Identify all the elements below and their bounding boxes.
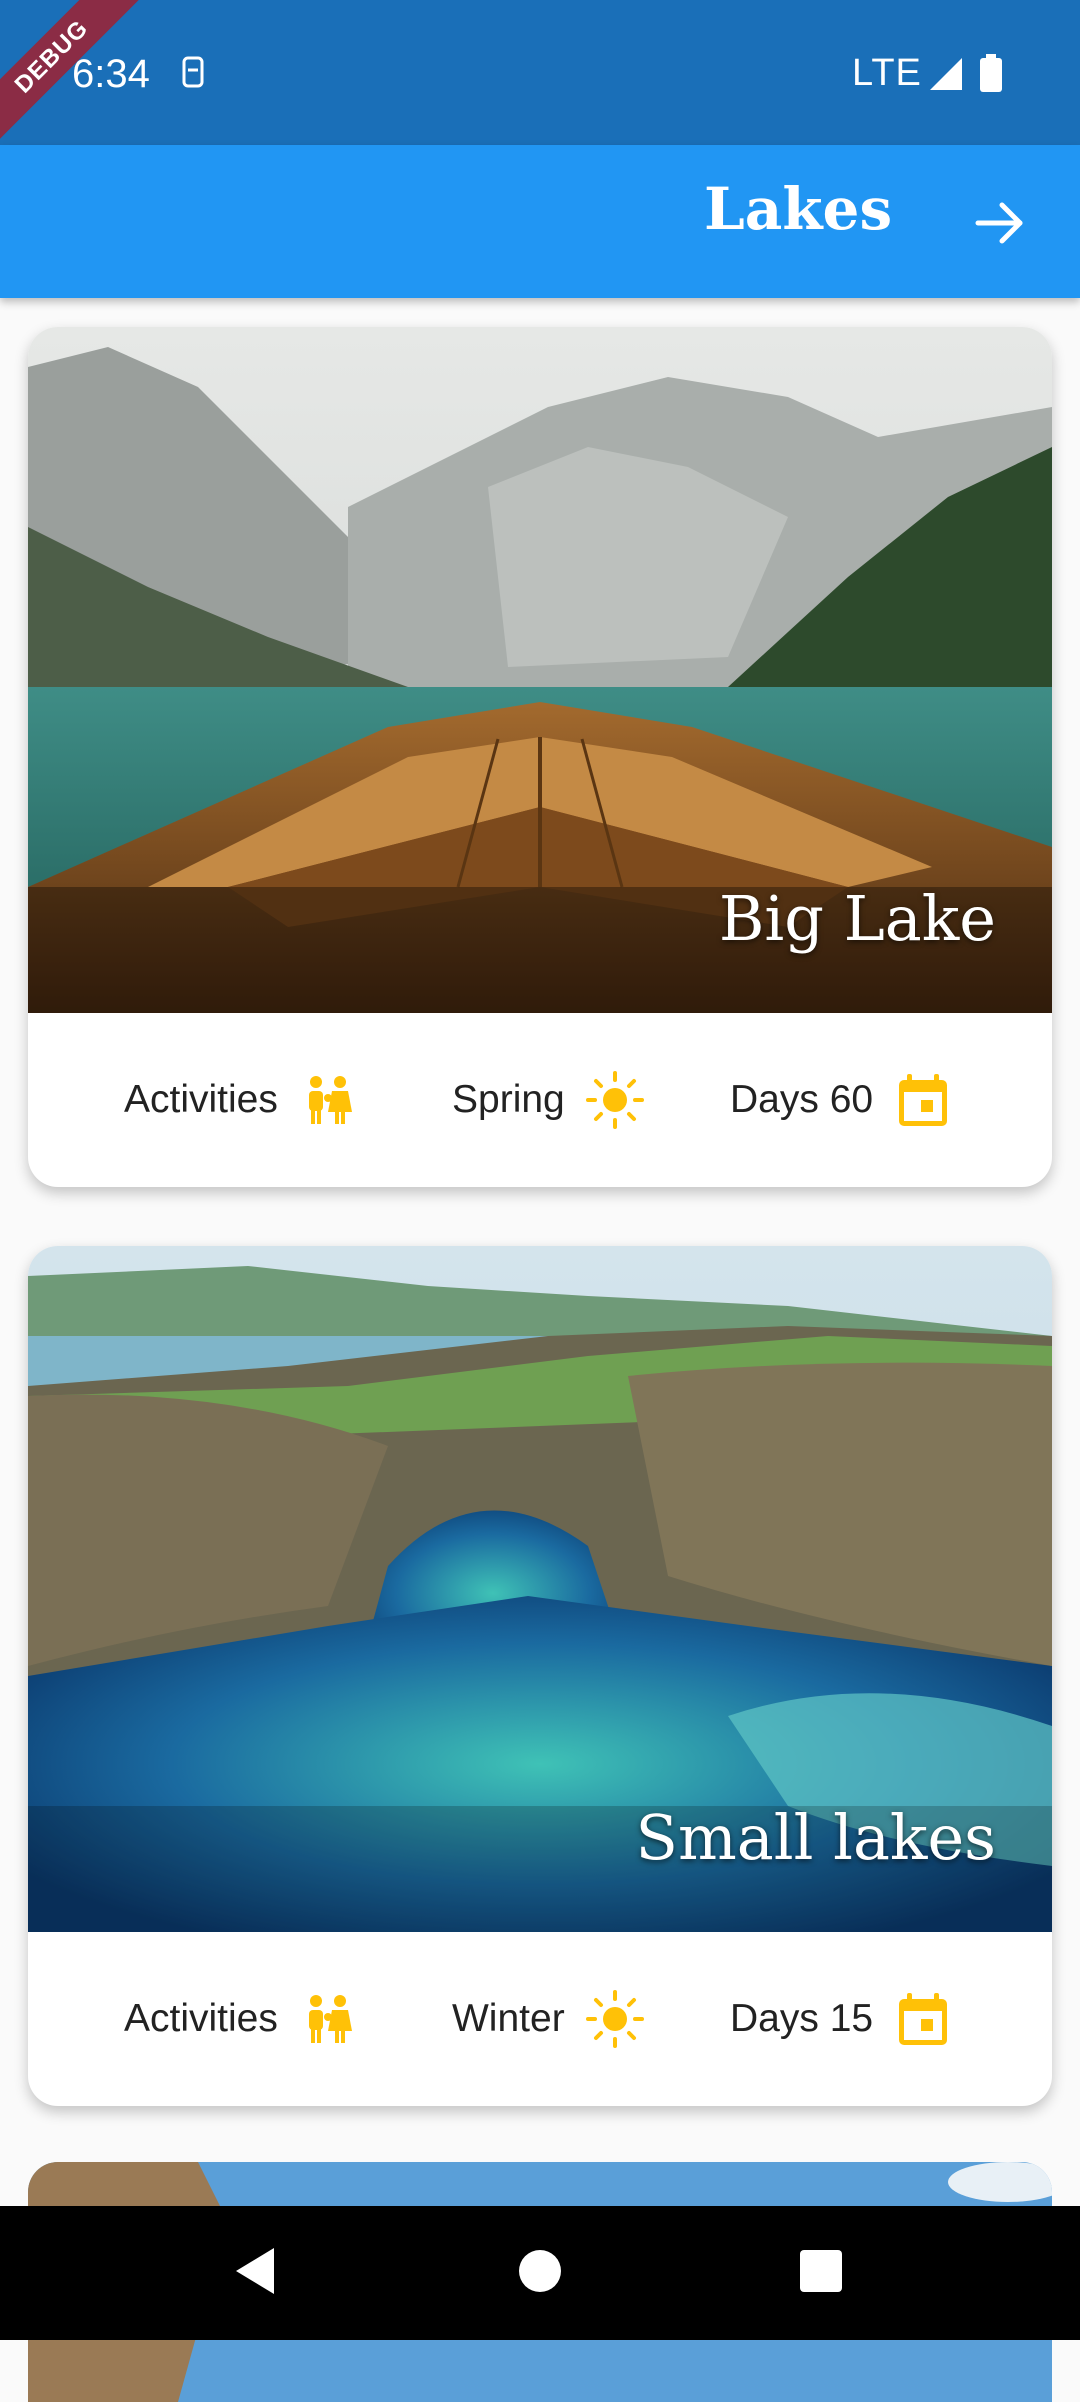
status-bar: DEBUG 6:34 LTE: [0, 0, 1080, 157]
calendar-icon: [899, 1993, 948, 2045]
people-icon: [308, 1076, 352, 1124]
info-row: Activities Winter Days 15: [28, 1932, 1052, 2106]
signal-icon: [930, 58, 962, 90]
battery-icon: [980, 54, 1002, 92]
status-time: 6:34: [72, 52, 150, 96]
activities-label: Activities: [124, 1997, 278, 2040]
people-icon: [308, 1995, 352, 2043]
activities-item: Activities: [124, 1013, 358, 1187]
home-icon[interactable]: [505, 2236, 575, 2306]
lake-title: Big Lake: [718, 882, 996, 955]
activities-label: Activities: [124, 1078, 278, 1121]
sun-icon: [585, 1071, 644, 1129]
season-label: Spring: [452, 1078, 565, 1121]
days-label: Days 15: [730, 1997, 874, 2040]
recents-icon[interactable]: [786, 2236, 856, 2306]
days-label: Days 60: [730, 1078, 874, 1121]
days-item: Days 60: [730, 1013, 953, 1187]
arrow-forward-icon[interactable]: [972, 195, 1028, 251]
lake-card[interactable]: Big Lake Activities Spring Days 60: [28, 327, 1052, 1187]
days-item: Days 15: [730, 1932, 953, 2106]
sun-icon: [585, 1990, 644, 2048]
season-item: Winter: [452, 1932, 645, 2106]
network-type: LTE: [852, 52, 922, 94]
calendar-icon: [899, 1074, 948, 1126]
season-label: Winter: [452, 1997, 565, 2040]
sim-card-icon: [182, 56, 204, 88]
lake-card[interactable]: Small lakes Activities Winter Days 15: [28, 1246, 1052, 2106]
back-icon[interactable]: [222, 2236, 292, 2306]
app-bar: Lakes: [0, 145, 1080, 298]
system-nav-bar: [0, 2206, 1080, 2340]
page-title: Lakes: [704, 175, 893, 243]
info-row: Activities Spring Days 60: [28, 1013, 1052, 1187]
season-item: Spring: [452, 1013, 645, 1187]
activities-item: Activities: [124, 1932, 358, 2106]
lake-title: Small lakes: [635, 1801, 996, 1874]
